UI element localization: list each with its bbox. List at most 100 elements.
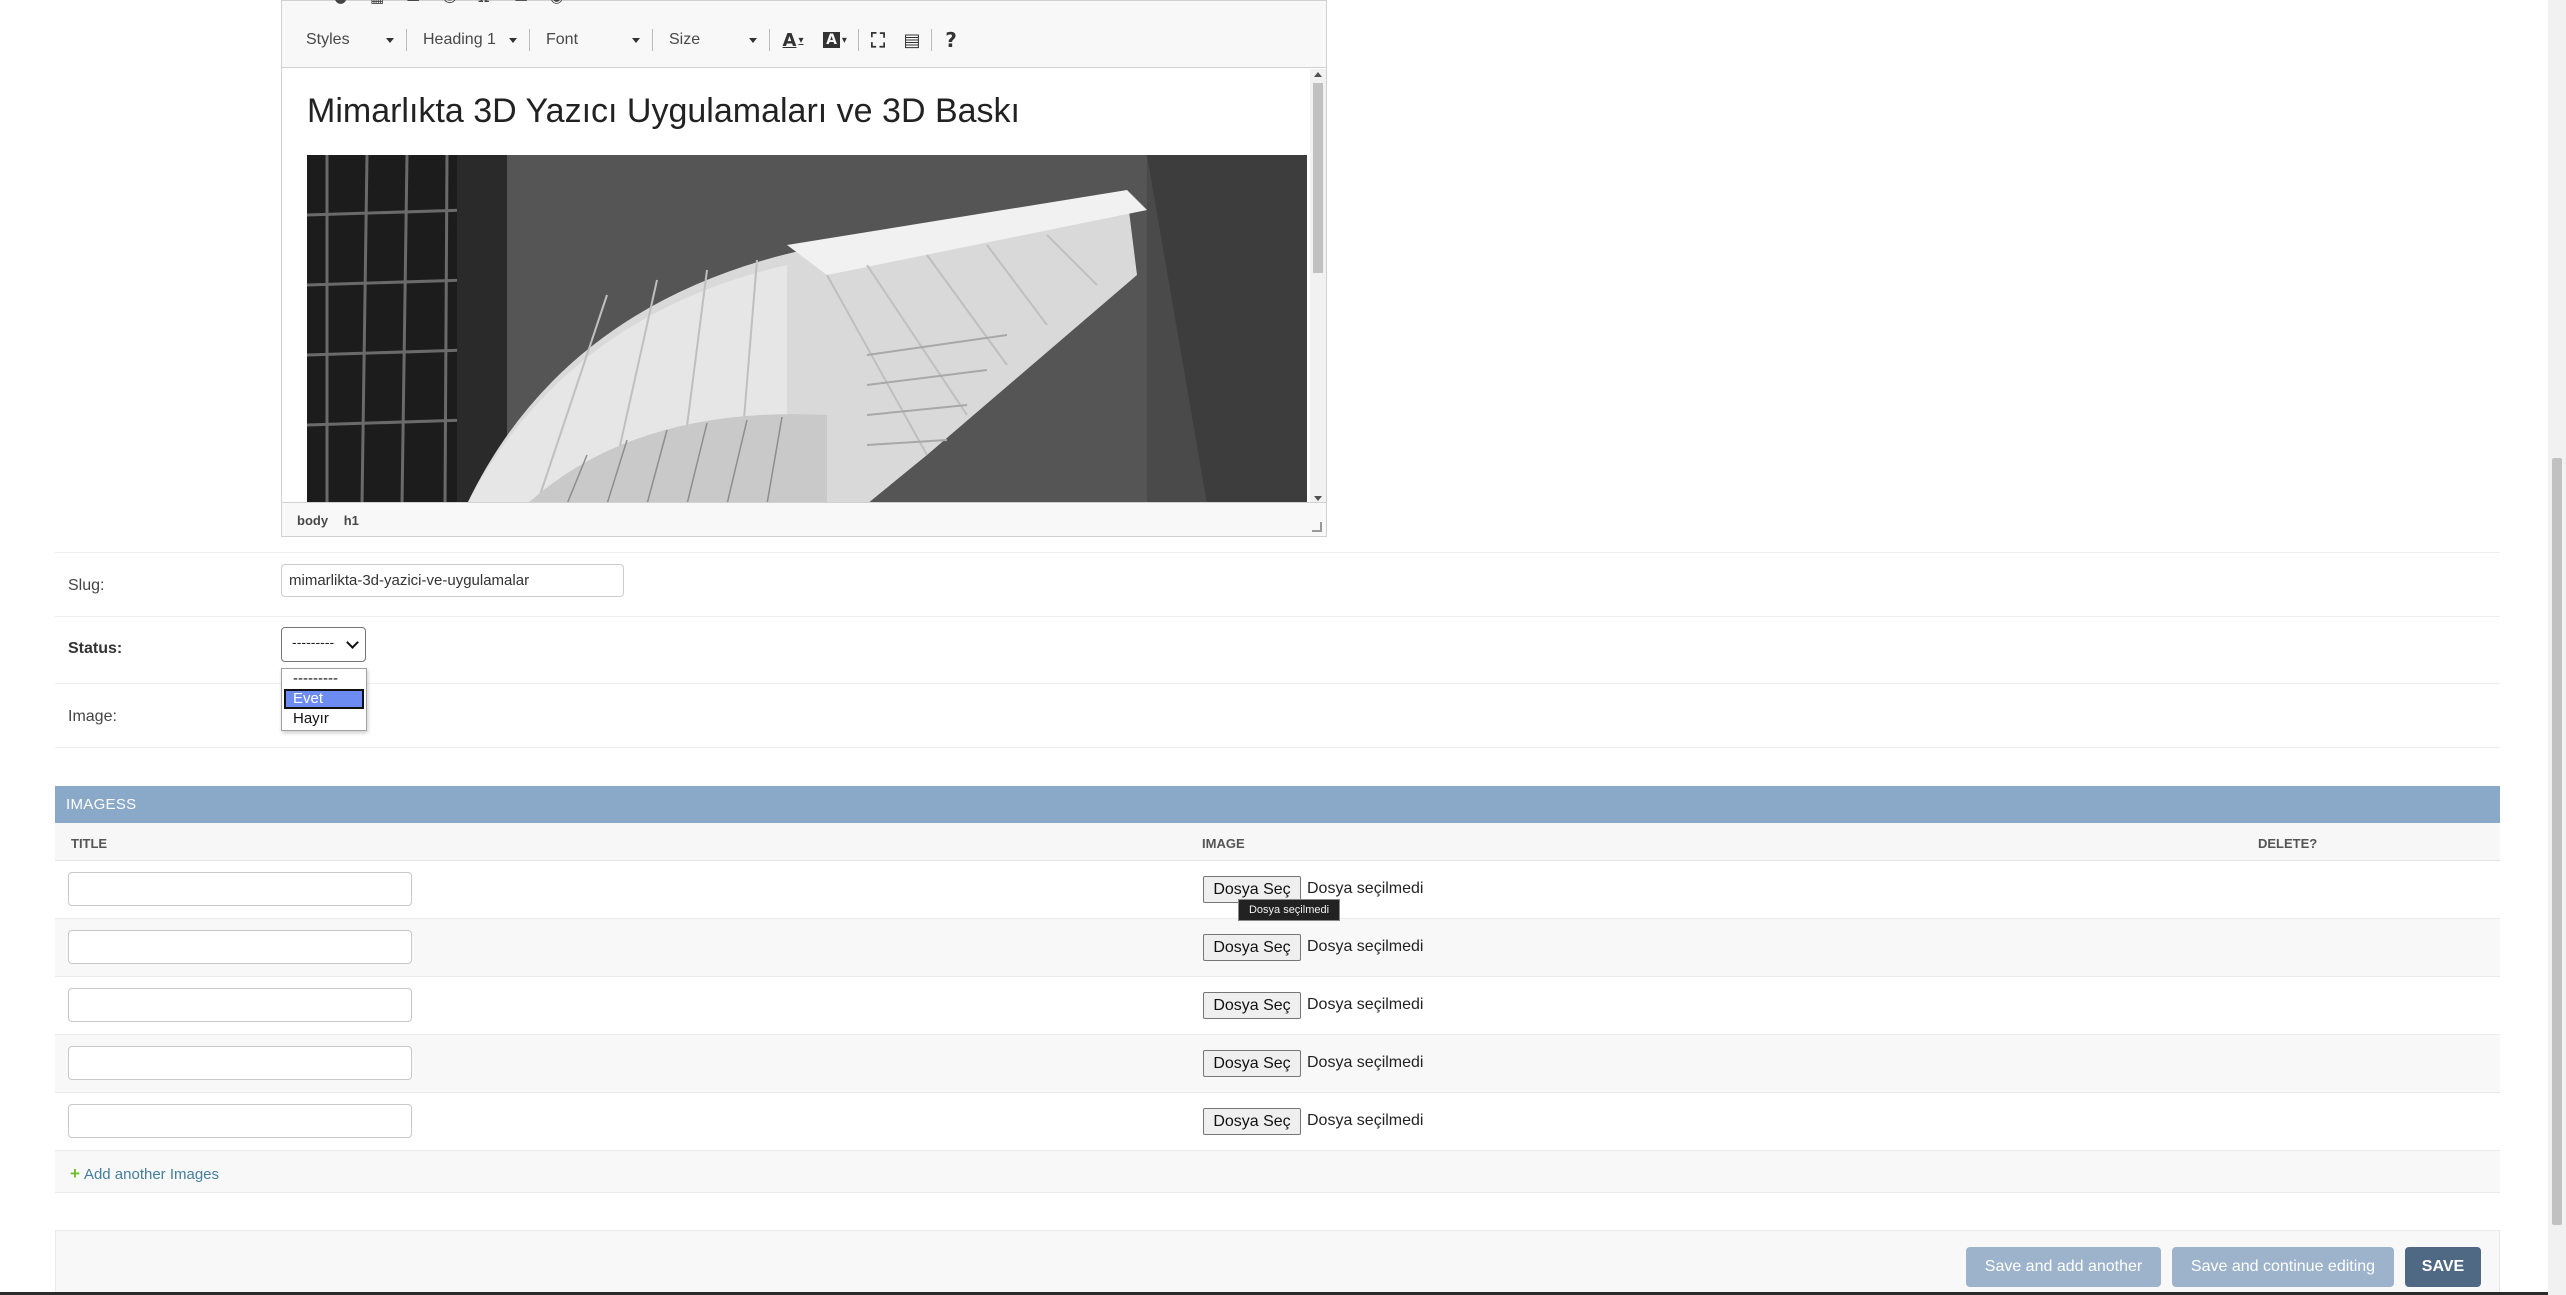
iframe-icon[interactable]: ◉ — [550, 0, 570, 9]
horizontal-rule-icon[interactable]: ▬ — [406, 0, 426, 9]
table-row: Dosya Seç Dosya seçilmedi — [55, 1035, 2500, 1093]
content-heading[interactable]: Mimarlıkta 3D Yazıcı Uygulamaları ve 3D … — [307, 92, 1020, 131]
maximize-icon: ⛶ — [871, 28, 885, 52]
chevron-down-icon — [509, 38, 517, 43]
toolbar-separator — [769, 29, 770, 51]
page-break-icon[interactable]: ▭ — [514, 0, 534, 9]
images-inline-group: IMAGESS TITLE IMAGE DELETE? Dosya Seç Do… — [55, 786, 2500, 1193]
inline-table-header: TITLE IMAGE DELETE? — [55, 823, 2500, 861]
plus-icon: + — [70, 1164, 80, 1183]
save-button[interactable]: SAVE — [2405, 1247, 2481, 1287]
table-icon[interactable]: ▦ — [370, 0, 390, 9]
toolbar-separator — [931, 29, 932, 51]
rich-text-editor: ▀ ● ▦ ▬ ☺ Ω ▭ ◉ Styles Heading 1 Font — [281, 0, 1327, 537]
editor-toolbar: ▀ ● ▦ ▬ ☺ Ω ▭ ◉ Styles Heading 1 Font — [282, 0, 1326, 68]
bg-color-icon: A — [823, 32, 840, 48]
choose-file-button[interactable]: Dosya Seç — [1203, 934, 1301, 961]
image-label: Image: — [68, 708, 117, 725]
editor-status-bar: body h1 — [282, 502, 1326, 536]
file-tooltip: Dosya seçilmedi — [1238, 899, 1340, 921]
chevron-down-icon — [749, 38, 757, 43]
maximize-button[interactable]: ⛶ — [861, 25, 895, 55]
title-input[interactable] — [68, 1104, 412, 1138]
status-dropdown-list: --------- Evet Hayır — [281, 668, 367, 731]
slug-row: Slug: mimarlikta-3d-yazici-ve-uygulamala… — [55, 552, 2500, 617]
status-select[interactable]: --------- — [281, 627, 366, 662]
status-option-evet[interactable]: Evet — [284, 689, 364, 709]
format-combo-label: Heading 1 — [423, 31, 496, 48]
editor-scrollbar[interactable] — [1310, 69, 1326, 504]
toolbar-separator — [529, 29, 530, 51]
styles-combo-label: Styles — [306, 31, 350, 48]
status-label: Status: — [68, 640, 123, 657]
font-combo-label: Font — [546, 31, 579, 48]
status-select-value: --------- — [292, 636, 335, 651]
image-row: Image: — [55, 684, 2500, 748]
help-button[interactable]: ? — [934, 25, 968, 55]
col-title-header: TITLE — [71, 836, 108, 851]
slug-input[interactable]: mimarlikta-3d-yazici-ve-uygulamalar — [281, 564, 624, 597]
title-input[interactable] — [68, 988, 412, 1022]
add-another-label: Add another Images — [83, 1166, 220, 1183]
content-image[interactable] — [307, 155, 1307, 504]
bg-color-button[interactable]: A ▾ — [814, 25, 856, 55]
file-status: Dosya seçilmedi — [1307, 880, 1424, 897]
text-color-button[interactable]: A ▾ — [772, 25, 814, 55]
table-row: Dosya Seç Dosya seçilmedi — [55, 1093, 2500, 1151]
status-option-hayir[interactable]: Hayır — [282, 709, 366, 729]
element-path: body h1 — [297, 513, 371, 528]
toolbar-icon-row: ▀ ● ▦ ▬ ☺ Ω ▭ ◉ — [298, 0, 570, 9]
inline-title: IMAGESS — [55, 786, 2500, 823]
path-body[interactable]: body — [297, 513, 328, 528]
save-and-continue-button[interactable]: Save and continue editing — [2172, 1247, 2394, 1287]
status-row: Status: --------- — [55, 617, 2500, 684]
col-image-header: IMAGE — [1202, 836, 1245, 851]
col-delete-header: DELETE? — [2258, 836, 2318, 851]
slug-label: Slug: — [68, 577, 105, 594]
size-combo[interactable]: Size — [655, 25, 767, 55]
choose-file-button[interactable]: Dosya Seç — [1203, 1050, 1301, 1077]
path-h1[interactable]: h1 — [344, 513, 359, 528]
choose-file-button[interactable]: Dosya Seç — [1203, 992, 1301, 1019]
font-combo[interactable]: Font — [532, 25, 650, 55]
title-input[interactable] — [68, 1046, 412, 1080]
table-row: Dosya Seç Dosya seçilmedi — [55, 977, 2500, 1035]
title-input[interactable] — [68, 872, 412, 906]
page-scroll-thumb[interactable] — [2552, 458, 2562, 1225]
choose-file-button[interactable]: Dosya Seç — [1203, 1108, 1301, 1135]
flash-icon[interactable]: ● — [334, 0, 354, 9]
special-char-icon[interactable]: Ω — [478, 0, 498, 9]
styles-combo[interactable]: Styles — [292, 25, 404, 55]
status-option-empty[interactable]: --------- — [282, 669, 366, 689]
file-status: Dosya seçilmedi — [1307, 1054, 1424, 1071]
show-blocks-icon: ▤ — [903, 29, 921, 51]
chevron-down-icon — [632, 38, 640, 43]
title-input[interactable] — [68, 930, 412, 964]
help-icon: ? — [945, 28, 957, 52]
toolbar-separator — [858, 29, 859, 51]
toolbar-separator — [652, 29, 653, 51]
table-row: Dosya Seç Dosya seçilmedi — [55, 919, 2500, 977]
toolbar-separator — [406, 29, 407, 51]
add-another-images-link[interactable]: + Add another Images — [70, 1164, 219, 1184]
image-icon[interactable]: ▀ — [298, 0, 318, 9]
chevron-down-icon — [386, 38, 394, 43]
scroll-down-icon[interactable] — [1314, 496, 1322, 501]
save-and-add-another-button[interactable]: Save and add another — [1966, 1247, 2161, 1287]
file-status: Dosya seçilmedi — [1307, 938, 1424, 955]
chevron-down-icon — [346, 636, 359, 649]
editor-content-area[interactable]: Mimarlıkta 3D Yazıcı Uygulamaları ve 3D … — [282, 69, 1312, 504]
toolbar-combo-row: Styles Heading 1 Font Size A ▾ A ▾ ⛶ ▤ ? — [292, 23, 968, 57]
smiley-icon[interactable]: ☺ — [442, 0, 462, 9]
resize-handle-icon[interactable] — [1312, 522, 1322, 532]
show-blocks-button[interactable]: ▤ — [895, 25, 929, 55]
editor-scroll-thumb[interactable] — [1313, 83, 1323, 273]
format-combo[interactable]: Heading 1 — [409, 25, 527, 55]
add-row: + Add another Images — [55, 1151, 2500, 1193]
text-color-icon: A — [782, 29, 797, 51]
scroll-up-icon[interactable] — [1314, 72, 1322, 77]
page-scrollbar[interactable] — [2548, 0, 2566, 1295]
submit-row: Save and add another Save and continue e… — [55, 1230, 2500, 1295]
file-status: Dosya seçilmedi — [1307, 1112, 1424, 1129]
size-combo-label: Size — [669, 31, 701, 48]
